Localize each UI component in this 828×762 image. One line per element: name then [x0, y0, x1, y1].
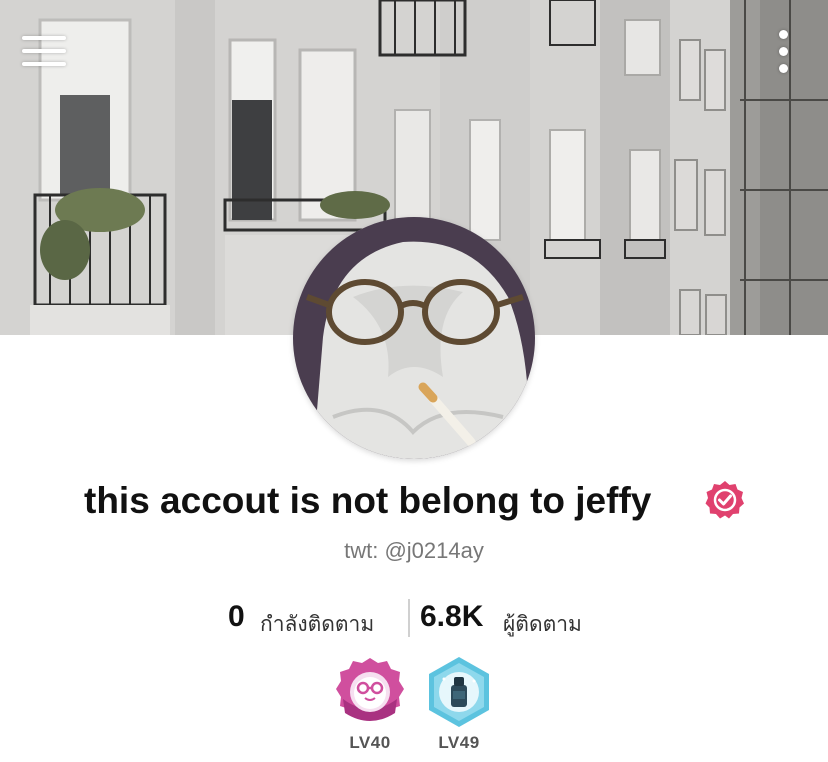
- vertical-dots-icon[interactable]: [770, 28, 798, 78]
- handle-text: twt: @j0214ay: [344, 538, 484, 563]
- badge-lv49[interactable]: LV49: [419, 655, 499, 753]
- badge-level-label: LV49: [438, 733, 480, 752]
- badge-level-label: LV40: [349, 733, 391, 752]
- hamburger-menu-icon[interactable]: [18, 34, 68, 70]
- stats-divider: [408, 599, 410, 637]
- bottle-hexagon-badge-icon: [429, 657, 489, 727]
- followers-label[interactable]: ผู้ติดตาม: [503, 608, 582, 641]
- badge-lv40[interactable]: LV40: [330, 655, 410, 753]
- display-name: this accout is not belong to jeffy: [84, 480, 652, 521]
- avatar-ghost-image: [293, 217, 535, 459]
- pink-glasses-face-badge-icon: [336, 658, 404, 721]
- followers-count[interactable]: 6.8K: [420, 600, 483, 634]
- following-label[interactable]: กำลังติดตาม: [260, 608, 374, 641]
- avatar[interactable]: [293, 217, 535, 459]
- name-row: this accout is not belong to jeffy: [0, 476, 828, 526]
- following-count[interactable]: 0: [228, 600, 245, 634]
- profile-stats: 0 กำลังติดตาม 6.8K ผู้ติดตาม: [0, 596, 828, 640]
- verified-check-icon: [705, 481, 744, 519]
